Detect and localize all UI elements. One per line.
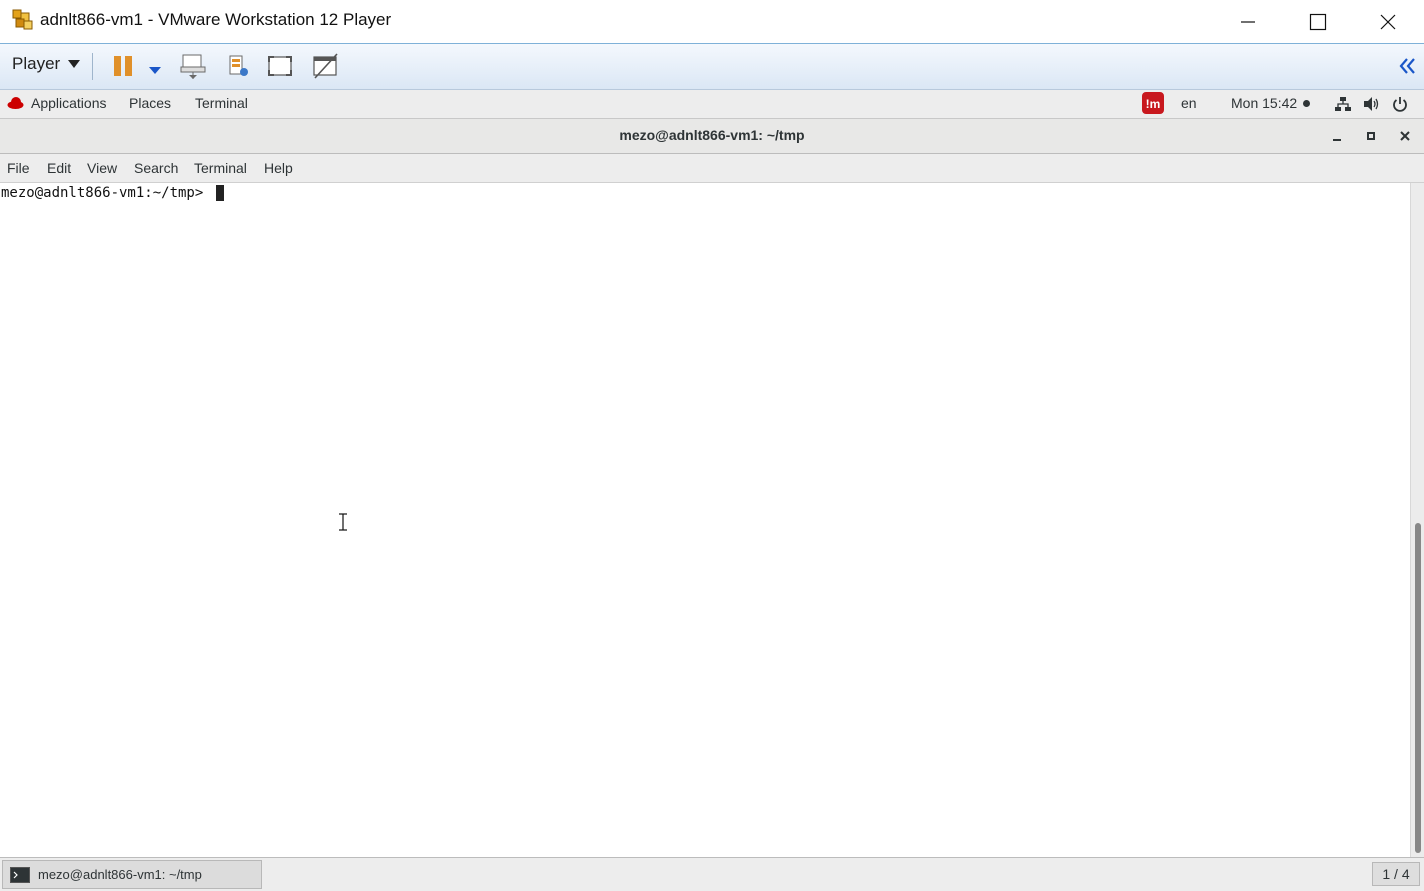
double-chevron-left-icon: [1399, 58, 1415, 74]
close-icon: [1380, 14, 1396, 29]
pause-dropdown-button[interactable]: [148, 61, 162, 80]
gnome-taskbar: mezo@adnlt866-vm1: ~/tmp 1 / 4: [0, 857, 1424, 891]
terminal-icon: [10, 866, 30, 883]
minimize-icon: [1333, 139, 1341, 141]
unity-button[interactable]: [311, 52, 341, 84]
terminal-prompt: mezo@adnlt866-vm1:~/tmp>: [1, 185, 224, 201]
network-icon[interactable]: [1335, 96, 1351, 115]
volume-icon[interactable]: [1363, 96, 1379, 115]
language-indicator[interactable]: en: [1181, 95, 1197, 111]
send-ctrl-alt-del-button[interactable]: [179, 52, 209, 84]
terminal-app-menu[interactable]: Terminal: [195, 95, 248, 111]
taskbar-terminal-item[interactable]: mezo@adnlt866-vm1: ~/tmp: [2, 860, 262, 889]
player-menu-button[interactable]: Player: [12, 54, 81, 74]
maximize-icon: [1367, 132, 1375, 140]
terminal-window-title: mezo@adnlt866-vm1: ~/tmp: [619, 127, 805, 143]
pause-icon: [114, 56, 132, 76]
vmware-toolbar: Player: [0, 44, 1424, 90]
send-ctrl-alt-del-icon: [180, 54, 206, 79]
terminal-maximize-button[interactable]: [1362, 127, 1380, 145]
input-method-button[interactable]: !m: [1142, 92, 1164, 117]
notification-dot: [1303, 100, 1310, 107]
taskbar-item-label: mezo@adnlt866-vm1: ~/tmp: [38, 867, 202, 882]
workspace-indicator[interactable]: 1 / 4: [1372, 862, 1420, 886]
chevron-down-icon: [68, 60, 81, 68]
applications-menu[interactable]: Applications: [31, 95, 107, 111]
close-button[interactable]: [1353, 0, 1423, 43]
ibeam-cursor-icon: [338, 513, 348, 535]
terminal-scrollbar[interactable]: [1410, 183, 1424, 857]
menu-terminal[interactable]: Terminal: [194, 160, 247, 176]
toolbar-separator: [92, 53, 93, 80]
collapse-toolbar-button[interactable]: [1398, 57, 1416, 79]
full-screen-icon: [268, 56, 292, 76]
vmware-player-icon: [12, 9, 34, 31]
redhat-icon: [7, 96, 24, 113]
menu-help[interactable]: Help: [264, 160, 293, 176]
terminal-menubar: File Edit View Search Terminal Help: [0, 154, 1424, 183]
input-method-icon: !m: [1142, 92, 1164, 114]
menu-edit[interactable]: Edit: [47, 160, 71, 176]
maximize-icon: [1309, 13, 1327, 30]
svg-text:!m: !m: [1146, 97, 1161, 111]
removable-devices-button[interactable]: [226, 53, 252, 83]
terminal-content[interactable]: mezo@adnlt866-vm1:~/tmp>: [0, 183, 1410, 857]
unity-icon: [313, 53, 338, 79]
pause-dropdown-icon: [149, 67, 161, 74]
clock[interactable]: Mon 15:42: [1231, 95, 1297, 111]
minimize-button[interactable]: [1213, 0, 1283, 43]
text-cursor: [215, 185, 224, 201]
maximize-button[interactable]: [1283, 0, 1353, 43]
prompt-text: mezo@adnlt866-vm1:~/tmp>: [1, 185, 212, 201]
removable-devices-icon: [229, 55, 248, 76]
terminal-minimize-button[interactable]: [1328, 127, 1346, 145]
power-icon[interactable]: [1392, 96, 1408, 115]
gnome-top-bar: Applications Places Terminal !m en Mon 1…: [0, 90, 1424, 119]
pause-button[interactable]: [112, 55, 136, 81]
menu-view[interactable]: View: [87, 160, 117, 176]
player-menu-label: Player: [12, 54, 61, 73]
terminal-window-header: mezo@adnlt866-vm1: ~/tmp: [0, 119, 1424, 154]
window-title-bar: adnlt866-vm1 - VMware Workstation 12 Pla…: [0, 0, 1424, 44]
close-icon: [1400, 131, 1410, 141]
places-menu[interactable]: Places: [129, 95, 171, 111]
scrollbar-thumb[interactable]: [1415, 523, 1421, 853]
terminal-close-button[interactable]: [1396, 127, 1414, 145]
menu-file[interactable]: File: [7, 160, 30, 176]
menu-search[interactable]: Search: [134, 160, 178, 176]
minimize-icon: [1241, 20, 1255, 23]
full-screen-button[interactable]: [266, 54, 294, 82]
window-title: adnlt866-vm1 - VMware Workstation 12 Pla…: [40, 10, 392, 29]
